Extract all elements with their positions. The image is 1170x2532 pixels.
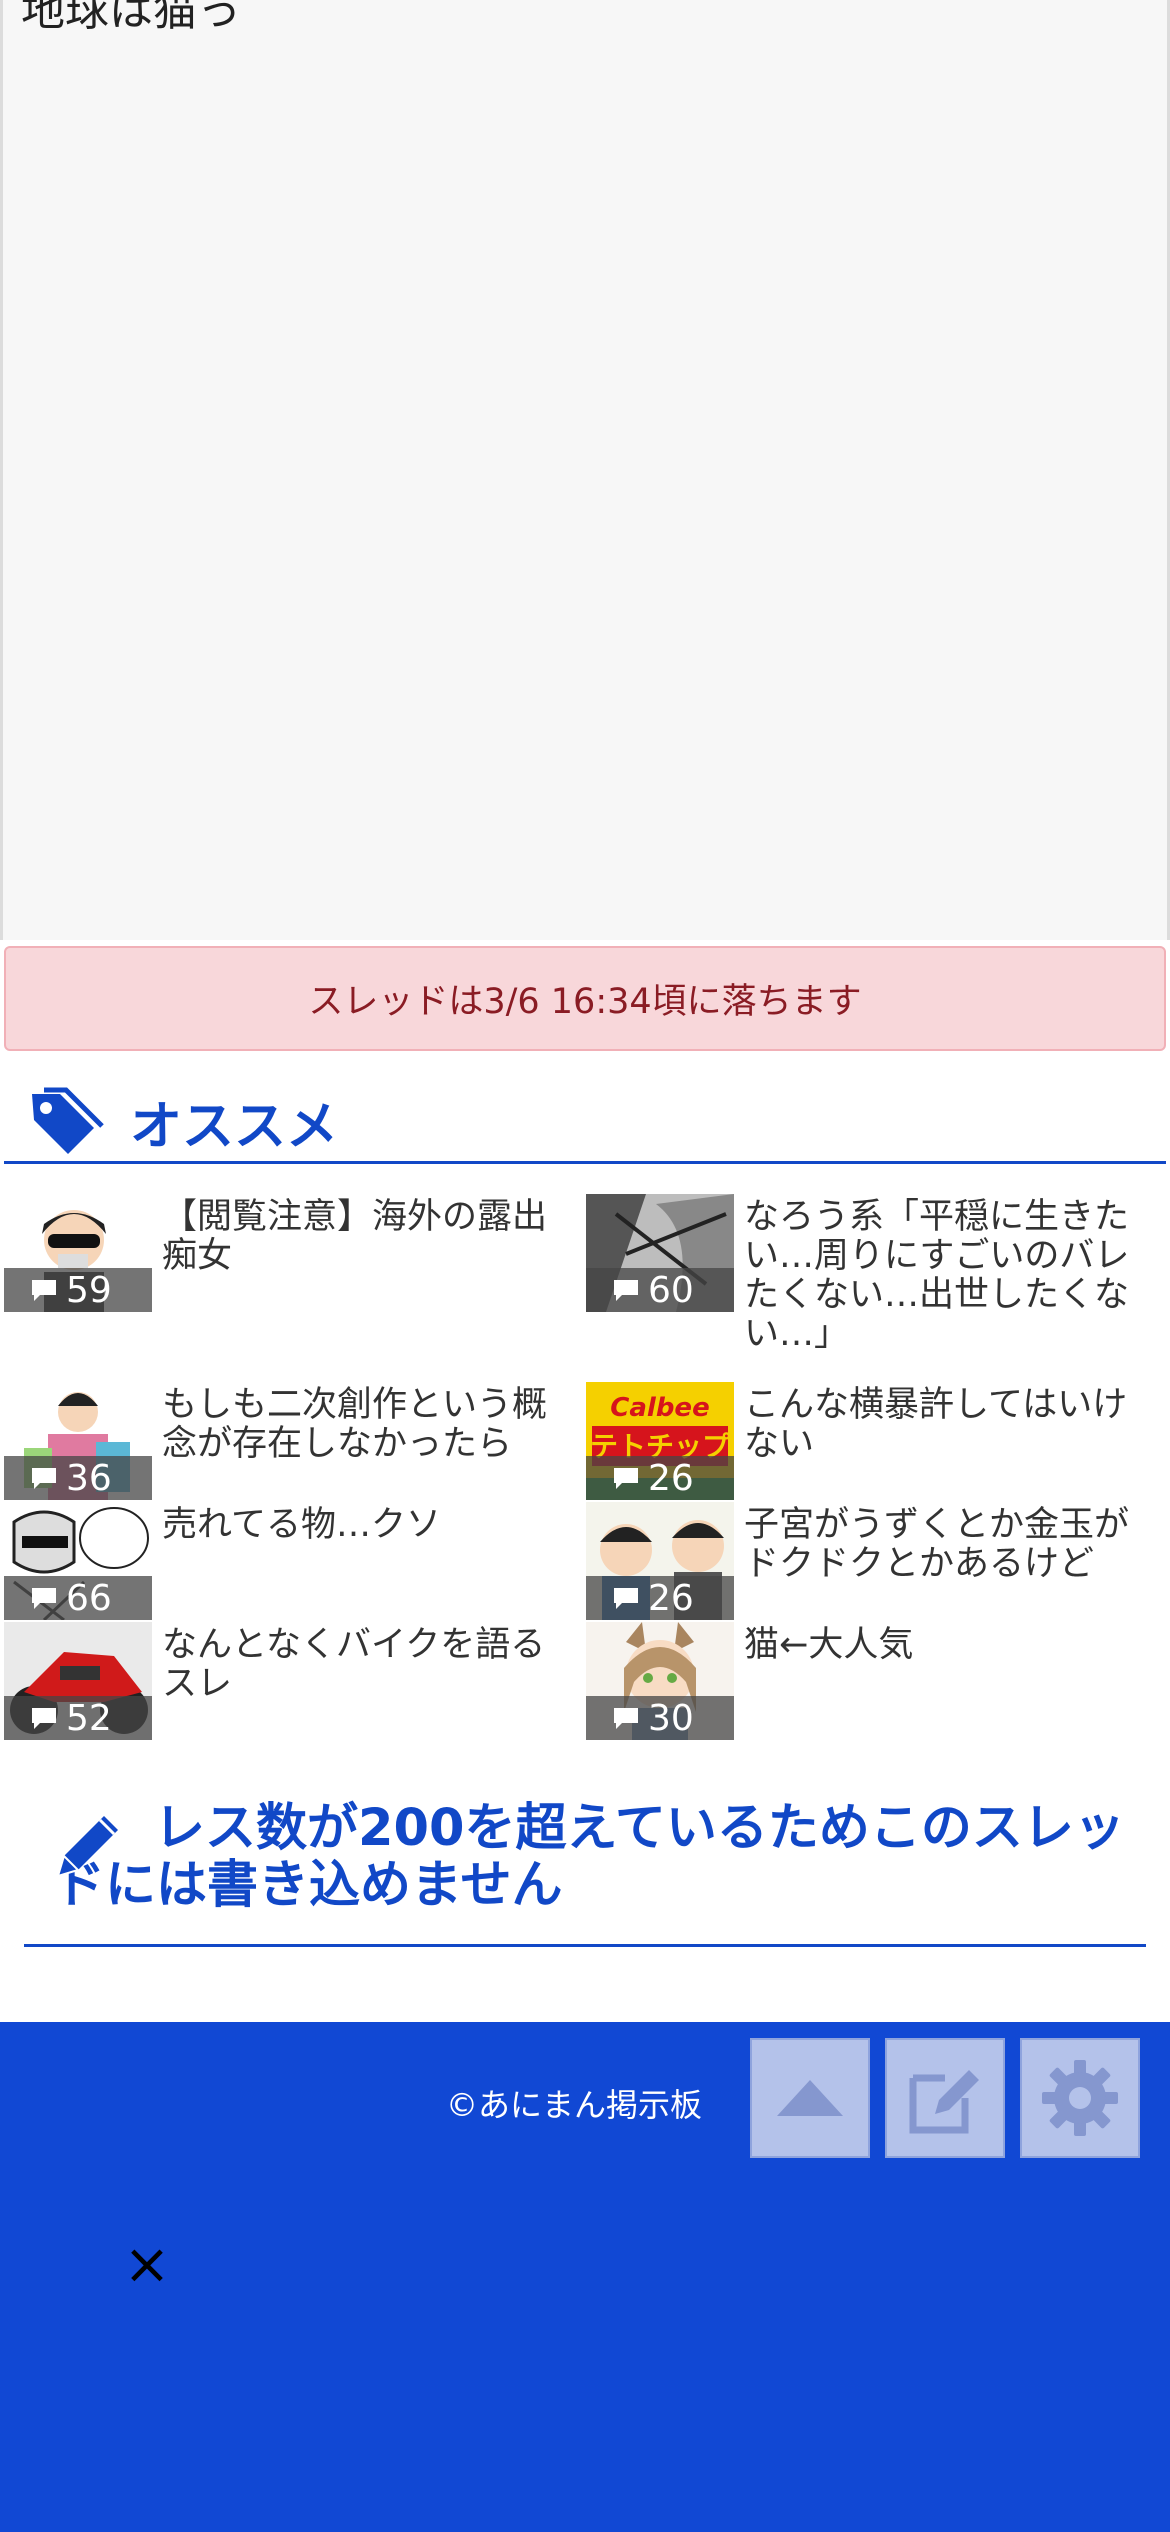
thumbnail: 52 (4, 1622, 152, 1740)
rec-item[interactable]: 26 子宮がうずくとか金玉がドクドクとかあるけど (586, 1502, 1166, 1620)
tag-icon (32, 1087, 104, 1154)
comment-icon (32, 1708, 56, 1729)
thumbnail: 26 (586, 1502, 734, 1620)
comment-count: 30 (586, 1696, 734, 1740)
rec-item[interactable]: 59 【閲覧注意】海外の露出痴女 (4, 1194, 584, 1312)
rec-title[interactable]: 売れてる物…クソ (162, 1506, 572, 1545)
cut-off-text: 地球は猫っ (21, 0, 241, 36)
thumbnail: 60 (586, 1194, 734, 1312)
comment-count: 59 (4, 1268, 152, 1312)
no-write-message: レス数が200を超えているためこのスレッドには書き込めません (54, 1799, 1125, 1915)
comment-count: 26 (586, 1576, 734, 1620)
comment-icon (614, 1280, 638, 1301)
rec-title[interactable]: なんとなくバイクを語るスレ (162, 1626, 572, 1704)
rec-title[interactable]: なろう系「平穏に生きたい…周りにすごいのバレたくない…出世したくない…」 (744, 1198, 1154, 1354)
comment-count: 26 (586, 1456, 734, 1500)
settings-button[interactable] (1020, 2038, 1140, 2158)
rec-item[interactable]: 66 売れてる物…クソ (4, 1502, 584, 1620)
rec-title[interactable]: こんな横暴許してはいけない (744, 1386, 1154, 1464)
edit-icon (909, 2070, 979, 2134)
footer: ©あにまん掲示板 × (0, 2022, 1170, 2532)
rec-item[interactable]: Calbee ポテトチップス 26 こんな横暴許してはいけない (586, 1382, 1166, 1500)
rec-item[interactable]: 30 猫←大人気 (586, 1622, 1166, 1740)
pencil-icon (56, 1816, 118, 1878)
comment-count: 66 (4, 1576, 152, 1620)
gear-icon (1042, 2060, 1118, 2136)
ad-area: 地球は猫っ (0, 0, 1170, 940)
thumbnail: 36 (4, 1382, 152, 1500)
comment-icon (614, 1708, 638, 1729)
rec-title[interactable]: 猫←大人気 (744, 1626, 1154, 1665)
comment-icon (32, 1280, 56, 1301)
rec-title[interactable]: もしも二次創作という概念が存在しなかったら (162, 1386, 572, 1464)
comment-count: 52 (4, 1696, 152, 1740)
rec-item[interactable]: 36 もしも二次創作という概念が存在しなかったら (4, 1382, 584, 1500)
svg-text:Calbee: Calbee (610, 1393, 709, 1423)
close-button[interactable]: × (122, 2237, 172, 2293)
rec-item[interactable]: 52 なんとなくバイクを語るスレ (4, 1622, 584, 1740)
comment-icon (614, 1468, 638, 1489)
no-write-notice: レス数が200を超えているためこのスレッドには書き込めません (24, 1800, 1146, 1947)
thumbnail: 66 (4, 1502, 152, 1620)
scroll-top-button[interactable] (750, 2038, 870, 2158)
copyright: ©あにまん掲示板 (446, 2086, 703, 2124)
rec-title[interactable]: 【閲覧注意】海外の露出痴女 (162, 1198, 572, 1276)
comment-count: 60 (586, 1268, 734, 1312)
comment-icon (32, 1588, 56, 1609)
rec-title[interactable]: 子宮がうずくとか金玉がドクドクとかあるけど (744, 1506, 1154, 1584)
comment-icon (614, 1588, 638, 1609)
rec-item[interactable]: 60 なろう系「平穏に生きたい…周りにすごいのバレたくない…出世したくない…」 (586, 1194, 1166, 1354)
arrow-up-icon (777, 2080, 843, 2116)
thumbnail: 30 (586, 1622, 734, 1740)
thumbnail: 59 (4, 1194, 152, 1312)
recommend-title: オススメ (130, 1097, 339, 1157)
comment-count: 36 (4, 1456, 152, 1500)
comment-icon (32, 1468, 56, 1489)
thumbnail: Calbee ポテトチップス 26 (586, 1382, 734, 1500)
thread-drop-notice: スレッドは3/6 16:34頃に落ちます (4, 946, 1166, 1051)
recommend-header: オススメ (4, 1082, 1166, 1164)
write-button[interactable] (885, 2038, 1005, 2158)
